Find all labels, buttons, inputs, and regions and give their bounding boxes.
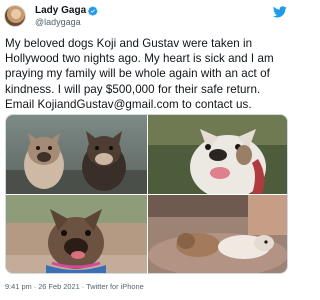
tweet-header: Lady Gaga @ladygaga	[4, 5, 98, 28]
display-name[interactable]: Lady Gaga	[35, 5, 86, 17]
tweet-meta: 9:41 pm · 26 Feb 2021 · Twitter for iPho…	[5, 282, 144, 291]
meta-separator: ·	[81, 282, 85, 291]
display-name-row: Lady Gaga	[35, 5, 98, 17]
brindle-french-bulldog-photo[interactable]	[6, 195, 147, 273]
twitter-bird-icon[interactable]	[273, 6, 287, 18]
media-grid	[5, 114, 288, 274]
white-french-bulldog-photo[interactable]	[148, 115, 287, 194]
tweet-text: My beloved dogs Koji and Gustav were tak…	[5, 37, 274, 111]
tweet-time[interactable]: 9:41 pm	[5, 282, 32, 291]
user-names: Lady Gaga @ladygaga	[35, 5, 98, 28]
tweet-date[interactable]: 26 Feb 2021	[38, 282, 80, 291]
dogs-sleeping-photo[interactable]	[148, 195, 287, 273]
avatar[interactable]	[4, 5, 26, 27]
two-french-bulldogs-photo[interactable]	[6, 115, 147, 194]
user-handle[interactable]: @ladygaga	[35, 17, 98, 28]
tweet-source[interactable]: Twitter for iPhone	[86, 282, 144, 291]
meta-separator: ·	[33, 282, 37, 291]
verified-badge-icon	[88, 6, 98, 16]
